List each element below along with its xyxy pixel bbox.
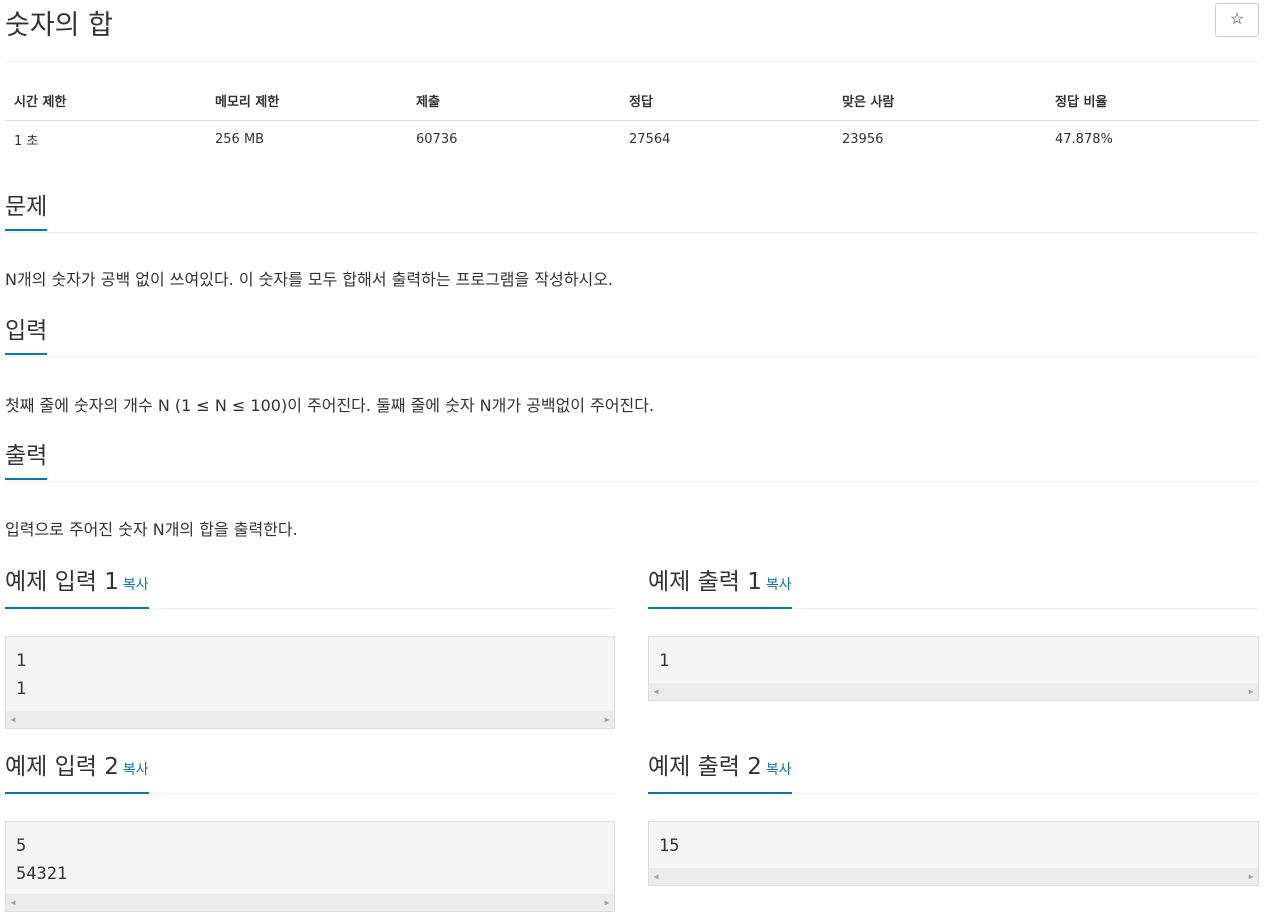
input-section-head: 입력 xyxy=(5,317,1259,357)
time-limit-value: 1 초 xyxy=(14,133,39,149)
scroll-right-arrow-icon[interactable]: ▶ xyxy=(600,711,614,728)
scroll-left-arrow-icon[interactable]: ◀ xyxy=(649,868,663,885)
header-time-limit: 시간 제한 xyxy=(5,82,206,121)
output-heading: 출력 xyxy=(5,442,48,480)
output-description-text: 입력으로 주어진 숫자 N개의 합을 출력한다. xyxy=(5,520,298,539)
title-row: 숫자의 합 ☆ xyxy=(5,0,1259,62)
problem-page: 숫자의 합 ☆ 시간 제한 메모리 제한 제출 정답 맞은 사람 정답 비율 1… xyxy=(0,0,1266,912)
sample-output-2-scrollbar[interactable]: ◀ ▶ xyxy=(649,868,1258,885)
sample-input-2-heading-wrap: 예제 입력 2 복사 xyxy=(5,749,149,794)
sample-output-2-heading-wrap: 예제 출력 2 복사 xyxy=(648,749,792,794)
sample-output-2-content: 15 xyxy=(659,836,680,856)
scroll-right-arrow-icon[interactable]: ▶ xyxy=(1244,868,1258,885)
sample-output-2-heading: 예제 출력 2 xyxy=(648,754,762,780)
header-memory-limit: 메모리 제한 xyxy=(206,82,407,121)
page-title: 숫자의 합 xyxy=(5,10,113,41)
copy-sample-output-2-button[interactable]: 복사 xyxy=(766,762,792,778)
header-solved-users: 맞은 사람 xyxy=(833,82,1046,121)
accept-ratio-value: 47.878% xyxy=(1055,131,1113,147)
accepted-value: 27564 xyxy=(629,131,671,147)
sample-input-2-head: 예제 입력 2 복사 xyxy=(5,749,615,794)
scroll-left-arrow-icon[interactable]: ◀ xyxy=(6,711,20,728)
sample-output-1-content: 1 xyxy=(659,651,670,671)
header-submissions: 제출 xyxy=(407,82,620,121)
star-button[interactable]: ☆ xyxy=(1215,3,1259,37)
sample-output-1-heading: 예제 출력 1 xyxy=(648,569,762,595)
sample-input-2-box[interactable]: 5 54321 ◀ ▶ xyxy=(5,821,615,912)
sample-input-1-head: 예제 입력 1 복사 xyxy=(5,564,615,609)
sample-output-1-box[interactable]: 1 ◀ ▶ xyxy=(648,636,1259,701)
sample-input-2-heading: 예제 입력 2 xyxy=(5,754,119,780)
header-accept-ratio: 정답 비율 xyxy=(1046,82,1259,121)
sample-output-2-head: 예제 출력 2 복사 xyxy=(648,749,1259,794)
sample-input-1-box[interactable]: 1 1 ◀ ▶ xyxy=(5,636,615,729)
info-value-row: 1 초 256 MB 60736 27564 23956 47.878% xyxy=(5,120,1259,158)
description-heading: 문제 xyxy=(5,193,48,231)
input-heading: 입력 xyxy=(5,317,48,355)
scroll-right-arrow-icon[interactable]: ▶ xyxy=(1244,683,1258,700)
sample-input-1-scrollbar[interactable]: ◀ ▶ xyxy=(6,711,614,728)
sample-input-1-heading-wrap: 예제 입력 1 복사 xyxy=(5,564,149,609)
info-header-row: 시간 제한 메모리 제한 제출 정답 맞은 사람 정답 비율 xyxy=(5,82,1259,121)
problem-info-table: 시간 제한 메모리 제한 제출 정답 맞은 사람 정답 비율 1 초 256 M… xyxy=(5,82,1259,158)
sample-input-2-content: 5 54321 xyxy=(16,836,68,884)
copy-sample-input-2-button[interactable]: 복사 xyxy=(123,762,149,778)
description-text: N개의 숫자가 공백 없이 쓰여있다. 이 숫자를 모두 합해서 출력하는 프로… xyxy=(5,270,614,289)
header-accepted: 정답 xyxy=(620,82,833,121)
sample-input-1-content: 1 1 xyxy=(16,651,27,699)
submissions-value: 60736 xyxy=(416,131,458,147)
scroll-left-arrow-icon[interactable]: ◀ xyxy=(649,683,663,700)
memory-limit-value: 256 MB xyxy=(215,131,265,147)
scroll-right-arrow-icon[interactable]: ▶ xyxy=(600,894,614,911)
copy-sample-input-1-button[interactable]: 복사 xyxy=(123,577,149,593)
sample-output-1-head: 예제 출력 1 복사 xyxy=(648,564,1259,609)
sample-output-1-heading-wrap: 예제 출력 1 복사 xyxy=(648,564,792,609)
sample-input-1-heading: 예제 입력 1 xyxy=(5,569,119,595)
scroll-left-arrow-icon[interactable]: ◀ xyxy=(6,894,20,911)
description-section-head: 문제 xyxy=(5,193,1259,233)
sample-output-1-scrollbar[interactable]: ◀ ▶ xyxy=(649,683,1258,700)
solved-users-value: 23956 xyxy=(842,131,884,147)
output-section-head: 출력 xyxy=(5,442,1259,482)
sample-output-2-box[interactable]: 15 ◀ ▶ xyxy=(648,821,1259,886)
copy-sample-output-1-button[interactable]: 복사 xyxy=(766,577,792,593)
input-description-text: 첫째 줄에 숫자의 개수 N (1 ≤ N ≤ 100)이 주어진다. 둘째 줄… xyxy=(5,396,655,415)
sample-input-2-scrollbar[interactable]: ◀ ▶ xyxy=(6,894,614,911)
